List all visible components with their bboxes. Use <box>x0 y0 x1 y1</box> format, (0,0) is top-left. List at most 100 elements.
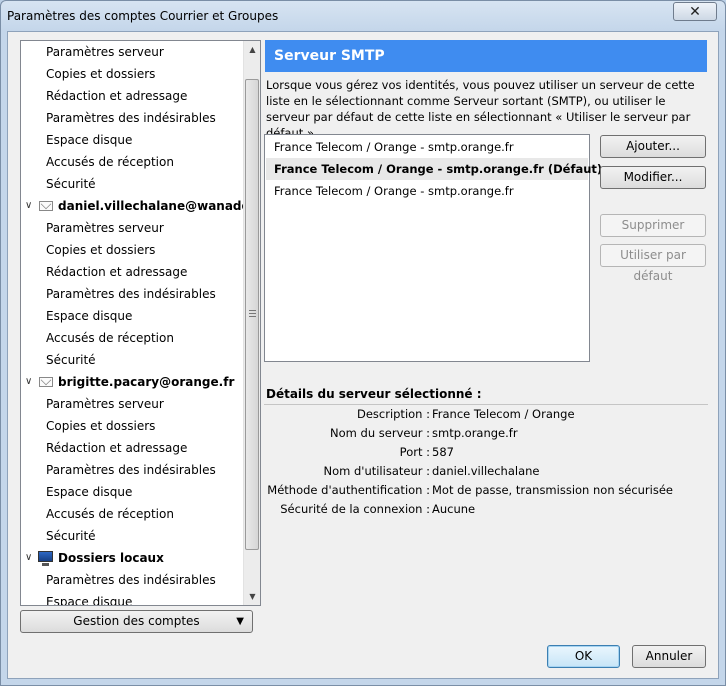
tree-item-copies-folders[interactable]: Copies et dossiers <box>21 239 241 261</box>
detail-value: daniel.villechalane <box>432 464 540 478</box>
close-icon: ✕ <box>689 3 701 20</box>
tree-local-folders[interactable]: ∨ Dossiers locaux <box>21 547 241 569</box>
chevron-down-icon: ▼ <box>236 616 244 627</box>
tree-item-disk-space[interactable]: Espace disque <box>21 305 241 327</box>
scroll-down-icon[interactable]: ▼ <box>244 588 260 605</box>
edit-server-button[interactable]: Modifier... <box>600 166 706 189</box>
title-bar: Paramètres des comptes Courrier et Group… <box>1 1 725 31</box>
tree-account-brigitte[interactable]: ∨ brigitte.pacary@orange.fr <box>21 371 241 393</box>
tree-item-label: Copies et dossiers <box>46 243 156 257</box>
detail-label: Description : <box>356 407 430 421</box>
tree-item-label: Espace disque <box>46 133 133 147</box>
detail-label: Nom d'utilisateur : <box>323 464 430 478</box>
smtp-server-item-default[interactable]: France Telecom / Orange - smtp.orange.fr… <box>266 158 602 180</box>
account-actions-label: Gestion des comptes <box>73 614 200 628</box>
account-label: brigitte.pacary@orange.fr <box>58 375 235 389</box>
tree-item-server-settings[interactable]: Paramètres serveur <box>21 393 241 415</box>
ok-button[interactable]: OK <box>547 645 620 668</box>
tree-item-receipts[interactable]: Accusés de réception <box>21 151 241 173</box>
chevron-down-icon[interactable]: ∨ <box>25 371 35 393</box>
tree-item-label: Paramètres des indésirables <box>46 111 216 125</box>
detail-row-description: Description : France Telecom / Orange <box>264 405 708 424</box>
scrollbar-thumb[interactable] <box>245 79 259 550</box>
detail-value: Mot de passe, transmission non sécurisée <box>432 483 674 497</box>
chevron-down-icon[interactable]: ∨ <box>25 547 35 569</box>
computer-icon <box>38 551 53 566</box>
tree-item-copies-folders[interactable]: Copies et dossiers <box>21 415 241 437</box>
tree-item-composition[interactable]: Rédaction et adressage <box>21 261 241 283</box>
tree-item-disk-space[interactable]: Espace disque <box>21 129 241 151</box>
detail-label: Nom du serveur : <box>330 426 430 440</box>
tree-item-label: Espace disque <box>46 485 133 499</box>
server-details: Description : France Telecom / Orange No… <box>264 404 708 520</box>
mail-account-icon <box>39 377 53 387</box>
account-actions-button[interactable]: Gestion des comptes ▼ <box>20 610 253 633</box>
tree-item-server-settings[interactable]: Paramètres serveur <box>21 217 241 239</box>
tree-item-security[interactable]: Sécurité <box>21 349 241 371</box>
tree-item-composition[interactable]: Rédaction et adressage <box>21 85 241 107</box>
tree-item-receipts[interactable]: Accusés de réception <box>21 503 241 525</box>
tree-item-label: Copies et dossiers <box>46 67 156 81</box>
detail-row-connection-security: Sécurité de la connexion : Aucune <box>264 500 708 519</box>
tree-item-label: Paramètres serveur <box>46 45 164 59</box>
tree-item-label: Rédaction et adressage <box>46 265 188 279</box>
tree-item-receipts[interactable]: Accusés de réception <box>21 327 241 349</box>
tree-item-label: Accusés de réception <box>46 155 174 169</box>
window-title: Paramètres des comptes Courrier et Group… <box>7 9 279 23</box>
page-title: Serveur SMTP <box>265 40 707 72</box>
tree-item-junk-settings[interactable]: Paramètres des indésirables <box>21 283 241 305</box>
tree-item-label: Rédaction et adressage <box>46 89 188 103</box>
detail-label: Méthode d'authentification : <box>267 483 430 497</box>
tree-item-disk-space[interactable]: Espace disque <box>21 481 241 503</box>
tree-item-security[interactable]: Sécurité <box>21 173 241 195</box>
tree-account-daniel[interactable]: ∨ daniel.villechalane@wanadoo.fr <box>21 195 260 217</box>
tree-item-label: Espace disque <box>46 595 133 606</box>
tree-scrollbar[interactable]: ▲ ▼ <box>243 41 260 605</box>
tree-item-label: Sécurité <box>46 353 96 367</box>
account-tree[interactable]: Paramètres serveur Copies et dossiers Ré… <box>20 40 261 606</box>
tree-item-label: Rédaction et adressage <box>46 441 188 455</box>
tree-item-label: Accusés de réception <box>46 507 174 521</box>
detail-value: Aucune <box>432 502 476 516</box>
tree-item-label: Paramètres des indésirables <box>46 287 216 301</box>
smtp-server-item[interactable]: France Telecom / Orange - smtp.orange.fr <box>266 180 588 202</box>
smtp-server-list[interactable]: France Telecom / Orange - smtp.orange.fr… <box>264 134 602 362</box>
tree-item-disk-space[interactable]: Espace disque <box>21 591 241 606</box>
close-button[interactable]: ✕ <box>673 2 717 21</box>
tree-item-junk-settings[interactable]: Paramètres des indésirables <box>21 107 241 129</box>
smtp-server-item[interactable]: France Telecom / Orange - smtp.orange.fr <box>266 136 588 158</box>
tree-item-label: Paramètres des indésirables <box>46 463 216 477</box>
detail-row-server-name: Nom du serveur : smtp.orange.fr <box>264 424 708 443</box>
scroll-up-icon[interactable]: ▲ <box>244 41 260 58</box>
tree-item-junk-settings[interactable]: Paramètres des indésirables <box>21 569 241 591</box>
tree-item-label: Copies et dossiers <box>46 419 156 433</box>
add-server-button[interactable]: Ajouter... <box>600 135 706 158</box>
mail-account-icon <box>39 201 53 211</box>
tree-item-label: Sécurité <box>46 529 96 543</box>
grip-icon <box>249 310 256 317</box>
tree-item-label: Sécurité <box>46 177 96 191</box>
detail-value: smtp.orange.fr <box>432 426 518 440</box>
detail-row-auth-method: Méthode d'authentification : Mot de pass… <box>264 481 708 500</box>
set-default-button[interactable]: Utiliser par défaut <box>600 244 706 283</box>
remove-server-button[interactable]: Supprimer <box>600 214 706 237</box>
tree-item-label: Paramètres des indésirables <box>46 573 216 587</box>
details-heading: Détails du serveur sélectionné : <box>266 387 482 401</box>
tree-item-composition[interactable]: Rédaction et adressage <box>21 437 241 459</box>
tree-item-junk-settings[interactable]: Paramètres des indésirables <box>21 459 241 481</box>
detail-row-username: Nom d'utilisateur : daniel.villechalane <box>264 462 708 481</box>
detail-value: France Telecom / Orange <box>432 407 575 421</box>
detail-row-port: Port : 587 <box>264 443 708 462</box>
tree-item-server-settings[interactable]: Paramètres serveur <box>21 41 241 63</box>
detail-label: Port : <box>399 445 430 459</box>
smtp-description: Lorsque vous gérez vos identités, vous p… <box>266 78 695 140</box>
tree-item-security[interactable]: Sécurité <box>21 525 241 547</box>
account-settings-window: Paramètres des comptes Courrier et Group… <box>0 0 726 686</box>
cancel-button[interactable]: Annuler <box>632 645 706 668</box>
tree-item-label: Paramètres serveur <box>46 397 164 411</box>
tree-item-copies-folders[interactable]: Copies et dossiers <box>21 63 241 85</box>
chevron-down-icon[interactable]: ∨ <box>25 195 35 217</box>
tree-item-label: Paramètres serveur <box>46 221 164 235</box>
tree-item-label: Accusés de réception <box>46 331 174 345</box>
dialog-body: Paramètres serveur Copies et dossiers Ré… <box>7 31 719 679</box>
